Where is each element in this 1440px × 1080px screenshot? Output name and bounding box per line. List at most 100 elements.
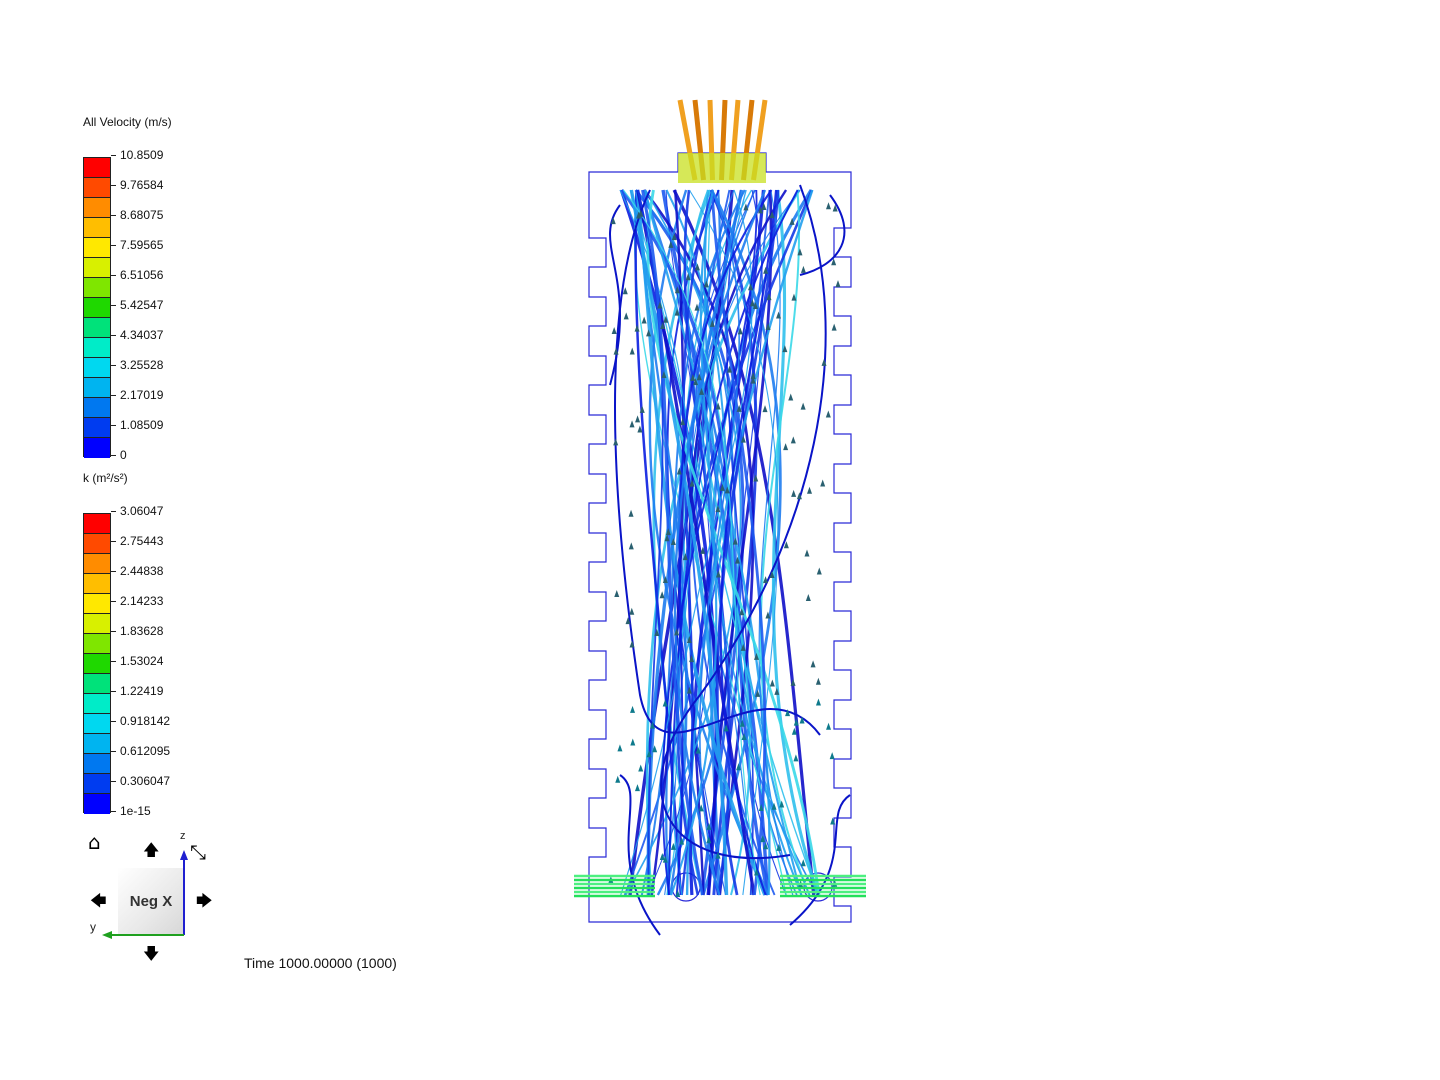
velocity-legend-swatch bbox=[84, 198, 110, 218]
axis-triad bbox=[102, 850, 188, 939]
velocity-vector-arrow bbox=[831, 323, 837, 331]
k-legend-swatch bbox=[84, 734, 110, 754]
k-legend-swatch bbox=[84, 774, 110, 794]
k-legend-swatch bbox=[84, 654, 110, 674]
velocity-legend-title: All Velocity (m/s) bbox=[83, 115, 172, 129]
velocity-vector-arrow bbox=[815, 677, 821, 685]
velocity-vector-arrow bbox=[634, 324, 640, 332]
velocity-legend-tick: 0 bbox=[111, 449, 127, 461]
velocity-vector-arrow bbox=[829, 752, 835, 760]
k-legend-swatch bbox=[84, 574, 110, 594]
y-axis-label: y bbox=[90, 920, 96, 934]
velocity-vector-arrow bbox=[617, 744, 623, 752]
velocity-legend-swatch bbox=[84, 418, 110, 438]
velocity-legend-swatch bbox=[84, 358, 110, 378]
velocity-vector-arrow bbox=[800, 402, 806, 410]
velocity-vector-arrow bbox=[628, 509, 634, 517]
velocity-legend-swatch bbox=[84, 318, 110, 338]
velocity-legend-swatch bbox=[84, 398, 110, 418]
velocity-vector-arrow bbox=[825, 410, 831, 418]
k-legend-tick: 1.22419 bbox=[111, 685, 163, 697]
k-legend-tick: 1.83628 bbox=[111, 625, 163, 637]
velocity-vector-arrow bbox=[826, 722, 832, 730]
velocity-legend-swatch bbox=[84, 178, 110, 198]
velocity-vector-arrow bbox=[635, 415, 641, 423]
velocity-legend-swatch bbox=[84, 338, 110, 358]
velocity-vector-arrow bbox=[825, 202, 831, 210]
inlet-hot-zone bbox=[678, 153, 766, 183]
simulation-viewport[interactable]: All Velocity (m/s) 10.8509 9.76584 8.68075… bbox=[0, 0, 1440, 1080]
velocity-vector-arrow bbox=[628, 542, 634, 550]
velocity-vector-arrow bbox=[762, 405, 768, 413]
velocity-legend-tick: 1.08509 bbox=[111, 419, 163, 431]
velocity-legend-swatch bbox=[84, 158, 110, 178]
velocity-legend-swatch bbox=[84, 258, 110, 278]
y-axis-arrowhead bbox=[102, 931, 112, 939]
z-axis-label: z bbox=[180, 830, 186, 842]
view-navigation-widget[interactable]: ⌂ 🡅 🡄 🡆 🡇 ⤡ Neg X y z bbox=[80, 830, 220, 970]
velocity-vector-arrow bbox=[807, 486, 813, 494]
velocity-vector-arrow bbox=[623, 312, 629, 320]
k-legend-swatch bbox=[84, 554, 110, 574]
velocity-vector-arrow bbox=[815, 698, 821, 706]
k-legend-swatch bbox=[84, 754, 110, 774]
velocity-vector-arrow bbox=[614, 589, 620, 597]
streamlines bbox=[609, 184, 851, 936]
k-legend-swatch bbox=[84, 714, 110, 734]
velocity-vector-arrow bbox=[791, 489, 797, 497]
velocity-legend-swatch bbox=[84, 218, 110, 238]
velocity-vector-arrow bbox=[805, 593, 811, 601]
k-legend-tick: 1e-15 bbox=[111, 805, 151, 817]
velocity-vector-arrow bbox=[835, 280, 841, 288]
velocity-legend-tick: 2.17019 bbox=[111, 389, 163, 401]
velocity-legend-swatch bbox=[84, 238, 110, 258]
k-legend-swatch bbox=[84, 514, 110, 534]
velocity-legend-swatch bbox=[84, 438, 110, 458]
velocity-legend-tick: 7.59565 bbox=[111, 239, 163, 251]
velocity-vector-arrow bbox=[629, 607, 635, 615]
velocity-vector-arrow bbox=[634, 784, 640, 792]
k-legend-tick: 1.53024 bbox=[111, 655, 163, 667]
k-legend-title: k (m²/s²) bbox=[83, 471, 128, 485]
k-legend-tick: 3.06047 bbox=[111, 505, 163, 517]
velocity-vector-arrow bbox=[800, 265, 806, 273]
k-legend-tick: 0.612095 bbox=[111, 745, 170, 757]
k-legend-swatch bbox=[84, 794, 110, 814]
k-legend-swatch bbox=[84, 694, 110, 714]
k-legend-swatch bbox=[84, 674, 110, 694]
velocity-vector-arrow bbox=[816, 567, 822, 575]
velocity-legend-swatch bbox=[84, 278, 110, 298]
streamline-loop bbox=[609, 204, 621, 386]
k-legend-swatch bbox=[84, 614, 110, 634]
time-readout: Time 1000.00000 (1000) bbox=[244, 955, 397, 971]
velocity-vector-arrow bbox=[790, 436, 796, 444]
velocity-legend-tick: 8.68075 bbox=[111, 209, 163, 221]
velocity-legend-tick: 9.76584 bbox=[111, 179, 163, 191]
velocity-legend-tick: 5.42547 bbox=[111, 299, 163, 311]
velocity-vector-arrow bbox=[820, 479, 826, 487]
velocity-legend-tick: 6.51056 bbox=[111, 269, 163, 281]
velocity-vector-arrow bbox=[659, 591, 665, 599]
velocity-vector-arrow bbox=[615, 775, 621, 783]
k-legend-swatch bbox=[84, 534, 110, 554]
velocity-vector-arrow bbox=[638, 764, 644, 772]
k-legend-tick: 0.918142 bbox=[111, 715, 170, 727]
k-legend-tick: 0.306047 bbox=[111, 775, 170, 787]
velocity-vector-arrow bbox=[769, 679, 775, 687]
velocity-legend-tick: 10.8509 bbox=[111, 149, 163, 161]
velocity-vector-arrow bbox=[641, 316, 647, 324]
velocity-vector-arrow bbox=[613, 438, 619, 446]
simulation-render[interactable] bbox=[560, 95, 880, 936]
k-color-bar bbox=[83, 513, 111, 814]
velocity-legend-tick: 4.34037 bbox=[111, 329, 163, 341]
velocity-vector-arrow bbox=[783, 443, 789, 451]
velocity-color-bar bbox=[83, 157, 111, 458]
velocity-legend-swatch bbox=[84, 298, 110, 318]
velocity-vector-arrow bbox=[804, 549, 810, 557]
velocity-vector-arrow bbox=[793, 754, 799, 762]
velocity-legend-tick: 3.25528 bbox=[111, 359, 163, 371]
velocity-vector-arrow bbox=[629, 420, 635, 428]
velocity-vector-arrow bbox=[630, 738, 636, 746]
k-legend-tick: 2.14233 bbox=[111, 595, 163, 607]
k-legend-swatch bbox=[84, 594, 110, 614]
